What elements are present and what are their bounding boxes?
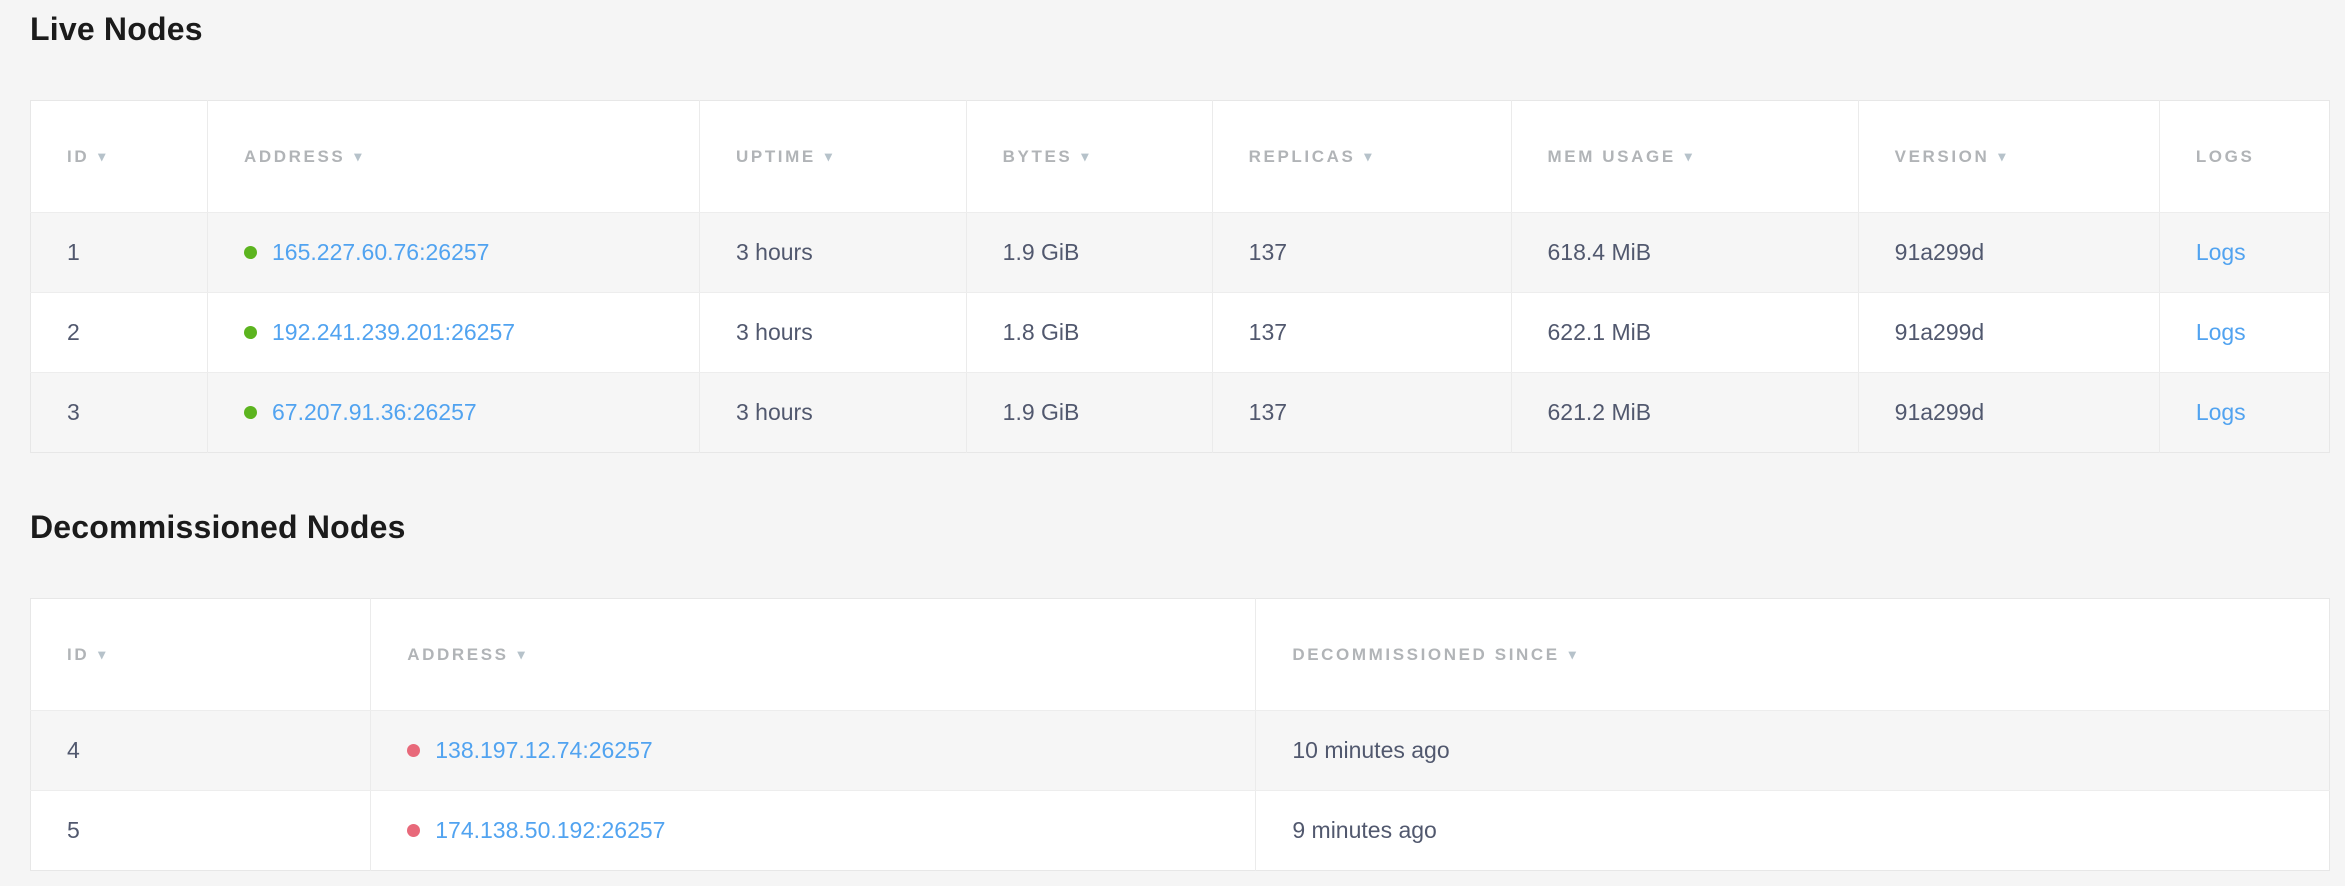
cell-mem-usage: 621.2 MiB (1511, 373, 1858, 453)
live-nodes-title: Live Nodes (30, 8, 2330, 50)
live-nodes-table: ID ▾ ADDRESS ▾ UPTIME ▾ BYTES ▾ REPLICAS ▾ ME… (30, 100, 2330, 453)
column-header-label: VERSION (1895, 147, 1990, 166)
column-header-id[interactable]: ID ▾ (31, 101, 208, 213)
cell-logs: Logs (2159, 293, 2329, 373)
decommissioned-node-row: 5 174.138.50.192:26257 9 minutes ago (31, 791, 2330, 871)
decommissioned-status-dot-icon (407, 744, 420, 757)
column-header-label: ID (67, 645, 89, 664)
cell-version: 91a299d (1858, 213, 2159, 293)
live-status-dot-icon (244, 246, 257, 259)
live-node-row: 1 165.227.60.76:26257 3 hours 1.9 GiB 13… (31, 213, 2330, 293)
cell-node-id: 2 (31, 293, 208, 373)
cell-replicas: 137 (1212, 293, 1511, 373)
cell-node-address: 174.138.50.192:26257 (371, 791, 1256, 871)
node-address-link[interactable]: 165.227.60.76:26257 (272, 239, 489, 265)
decommissioned-status-dot-icon (407, 824, 420, 837)
cell-node-address: 67.207.91.36:26257 (208, 373, 700, 453)
cell-uptime: 3 hours (700, 293, 967, 373)
sort-arrow-icon: ▾ (1569, 646, 1576, 663)
decommissioned-node-row: 4 138.197.12.74:26257 10 minutes ago (31, 711, 2330, 791)
column-header-logs: LOGS (2159, 101, 2329, 213)
sort-arrow-icon: ▾ (825, 148, 832, 165)
sort-arrow-icon: ▾ (98, 646, 105, 663)
column-header-label: ADDRESS (244, 147, 345, 166)
sort-arrow-icon: ▾ (354, 148, 361, 165)
sort-arrow-icon: ▾ (518, 646, 525, 663)
cell-version: 91a299d (1858, 373, 2159, 453)
column-header-label: BYTES (1003, 147, 1073, 166)
cell-decommissioned-since: 9 minutes ago (1256, 791, 2330, 871)
column-header-label: REPLICAS (1249, 147, 1356, 166)
column-header-mem-usage[interactable]: MEM USAGE ▾ (1511, 101, 1858, 213)
cell-node-id: 3 (31, 373, 208, 453)
cell-bytes: 1.9 GiB (966, 373, 1212, 453)
column-header-label: LOGS (2196, 147, 2255, 166)
cell-node-id: 5 (31, 791, 371, 871)
cell-uptime: 3 hours (700, 373, 967, 453)
sort-arrow-icon: ▾ (1998, 148, 2005, 165)
logs-link[interactable]: Logs (2196, 399, 2246, 425)
column-header-replicas[interactable]: REPLICAS ▾ (1212, 101, 1511, 213)
column-header-label: ID (67, 147, 89, 166)
cell-bytes: 1.9 GiB (966, 213, 1212, 293)
column-header-label: ADDRESS (407, 645, 508, 664)
cell-replicas: 137 (1212, 373, 1511, 453)
column-header-label: UPTIME (736, 147, 816, 166)
sort-arrow-icon: ▾ (1685, 148, 1692, 165)
cell-logs: Logs (2159, 213, 2329, 293)
column-header-decommissioned-since[interactable]: DECOMMISSIONED SINCE ▾ (1256, 599, 2330, 711)
live-status-dot-icon (244, 326, 257, 339)
sort-arrow-icon: ▾ (1364, 148, 1371, 165)
cell-node-id: 1 (31, 213, 208, 293)
column-header-address[interactable]: ADDRESS ▾ (371, 599, 1256, 711)
node-address-link[interactable]: 192.241.239.201:26257 (272, 319, 515, 345)
cell-bytes: 1.8 GiB (966, 293, 1212, 373)
cell-decommissioned-since: 10 minutes ago (1256, 711, 2330, 791)
decommissioned-nodes-header-row: ID ▾ ADDRESS ▾ DECOMMISSIONED SINCE ▾ (31, 599, 2330, 711)
cell-mem-usage: 618.4 MiB (1511, 213, 1858, 293)
live-node-row: 3 67.207.91.36:26257 3 hours 1.9 GiB 137… (31, 373, 2330, 453)
sort-arrow-icon: ▾ (98, 148, 105, 165)
cell-logs: Logs (2159, 373, 2329, 453)
logs-link[interactable]: Logs (2196, 239, 2246, 265)
decommissioned-nodes-title: Decommissioned Nodes (30, 506, 2330, 548)
cell-mem-usage: 622.1 MiB (1511, 293, 1858, 373)
column-header-label: DECOMMISSIONED SINCE (1292, 645, 1559, 664)
live-node-row: 2 192.241.239.201:26257 3 hours 1.8 GiB … (31, 293, 2330, 373)
column-header-address[interactable]: ADDRESS ▾ (208, 101, 700, 213)
column-header-uptime[interactable]: UPTIME ▾ (700, 101, 967, 213)
column-header-id[interactable]: ID ▾ (31, 599, 371, 711)
cell-node-id: 4 (31, 711, 371, 791)
decommissioned-nodes-table: ID ▾ ADDRESS ▾ DECOMMISSIONED SINCE ▾ 4 138… (30, 598, 2330, 871)
cell-replicas: 137 (1212, 213, 1511, 293)
column-header-label: MEM USAGE (1548, 147, 1676, 166)
cell-node-address: 192.241.239.201:26257 (208, 293, 700, 373)
cell-node-address: 165.227.60.76:26257 (208, 213, 700, 293)
sort-arrow-icon: ▾ (1081, 148, 1088, 165)
cell-version: 91a299d (1858, 293, 2159, 373)
node-address-link[interactable]: 174.138.50.192:26257 (435, 817, 665, 843)
node-address-link[interactable]: 67.207.91.36:26257 (272, 399, 477, 425)
column-header-version[interactable]: VERSION ▾ (1858, 101, 2159, 213)
logs-link[interactable]: Logs (2196, 319, 2246, 345)
node-address-link[interactable]: 138.197.12.74:26257 (435, 737, 652, 763)
live-status-dot-icon (244, 406, 257, 419)
cell-uptime: 3 hours (700, 213, 967, 293)
live-nodes-header-row: ID ▾ ADDRESS ▾ UPTIME ▾ BYTES ▾ REPLICAS ▾ ME… (31, 101, 2330, 213)
column-header-bytes[interactable]: BYTES ▾ (966, 101, 1212, 213)
cell-node-address: 138.197.12.74:26257 (371, 711, 1256, 791)
nodes-page: Live Nodes ID ▾ ADDRESS ▾ UPTIME ▾ BYTES ▾ R… (0, 0, 2345, 871)
